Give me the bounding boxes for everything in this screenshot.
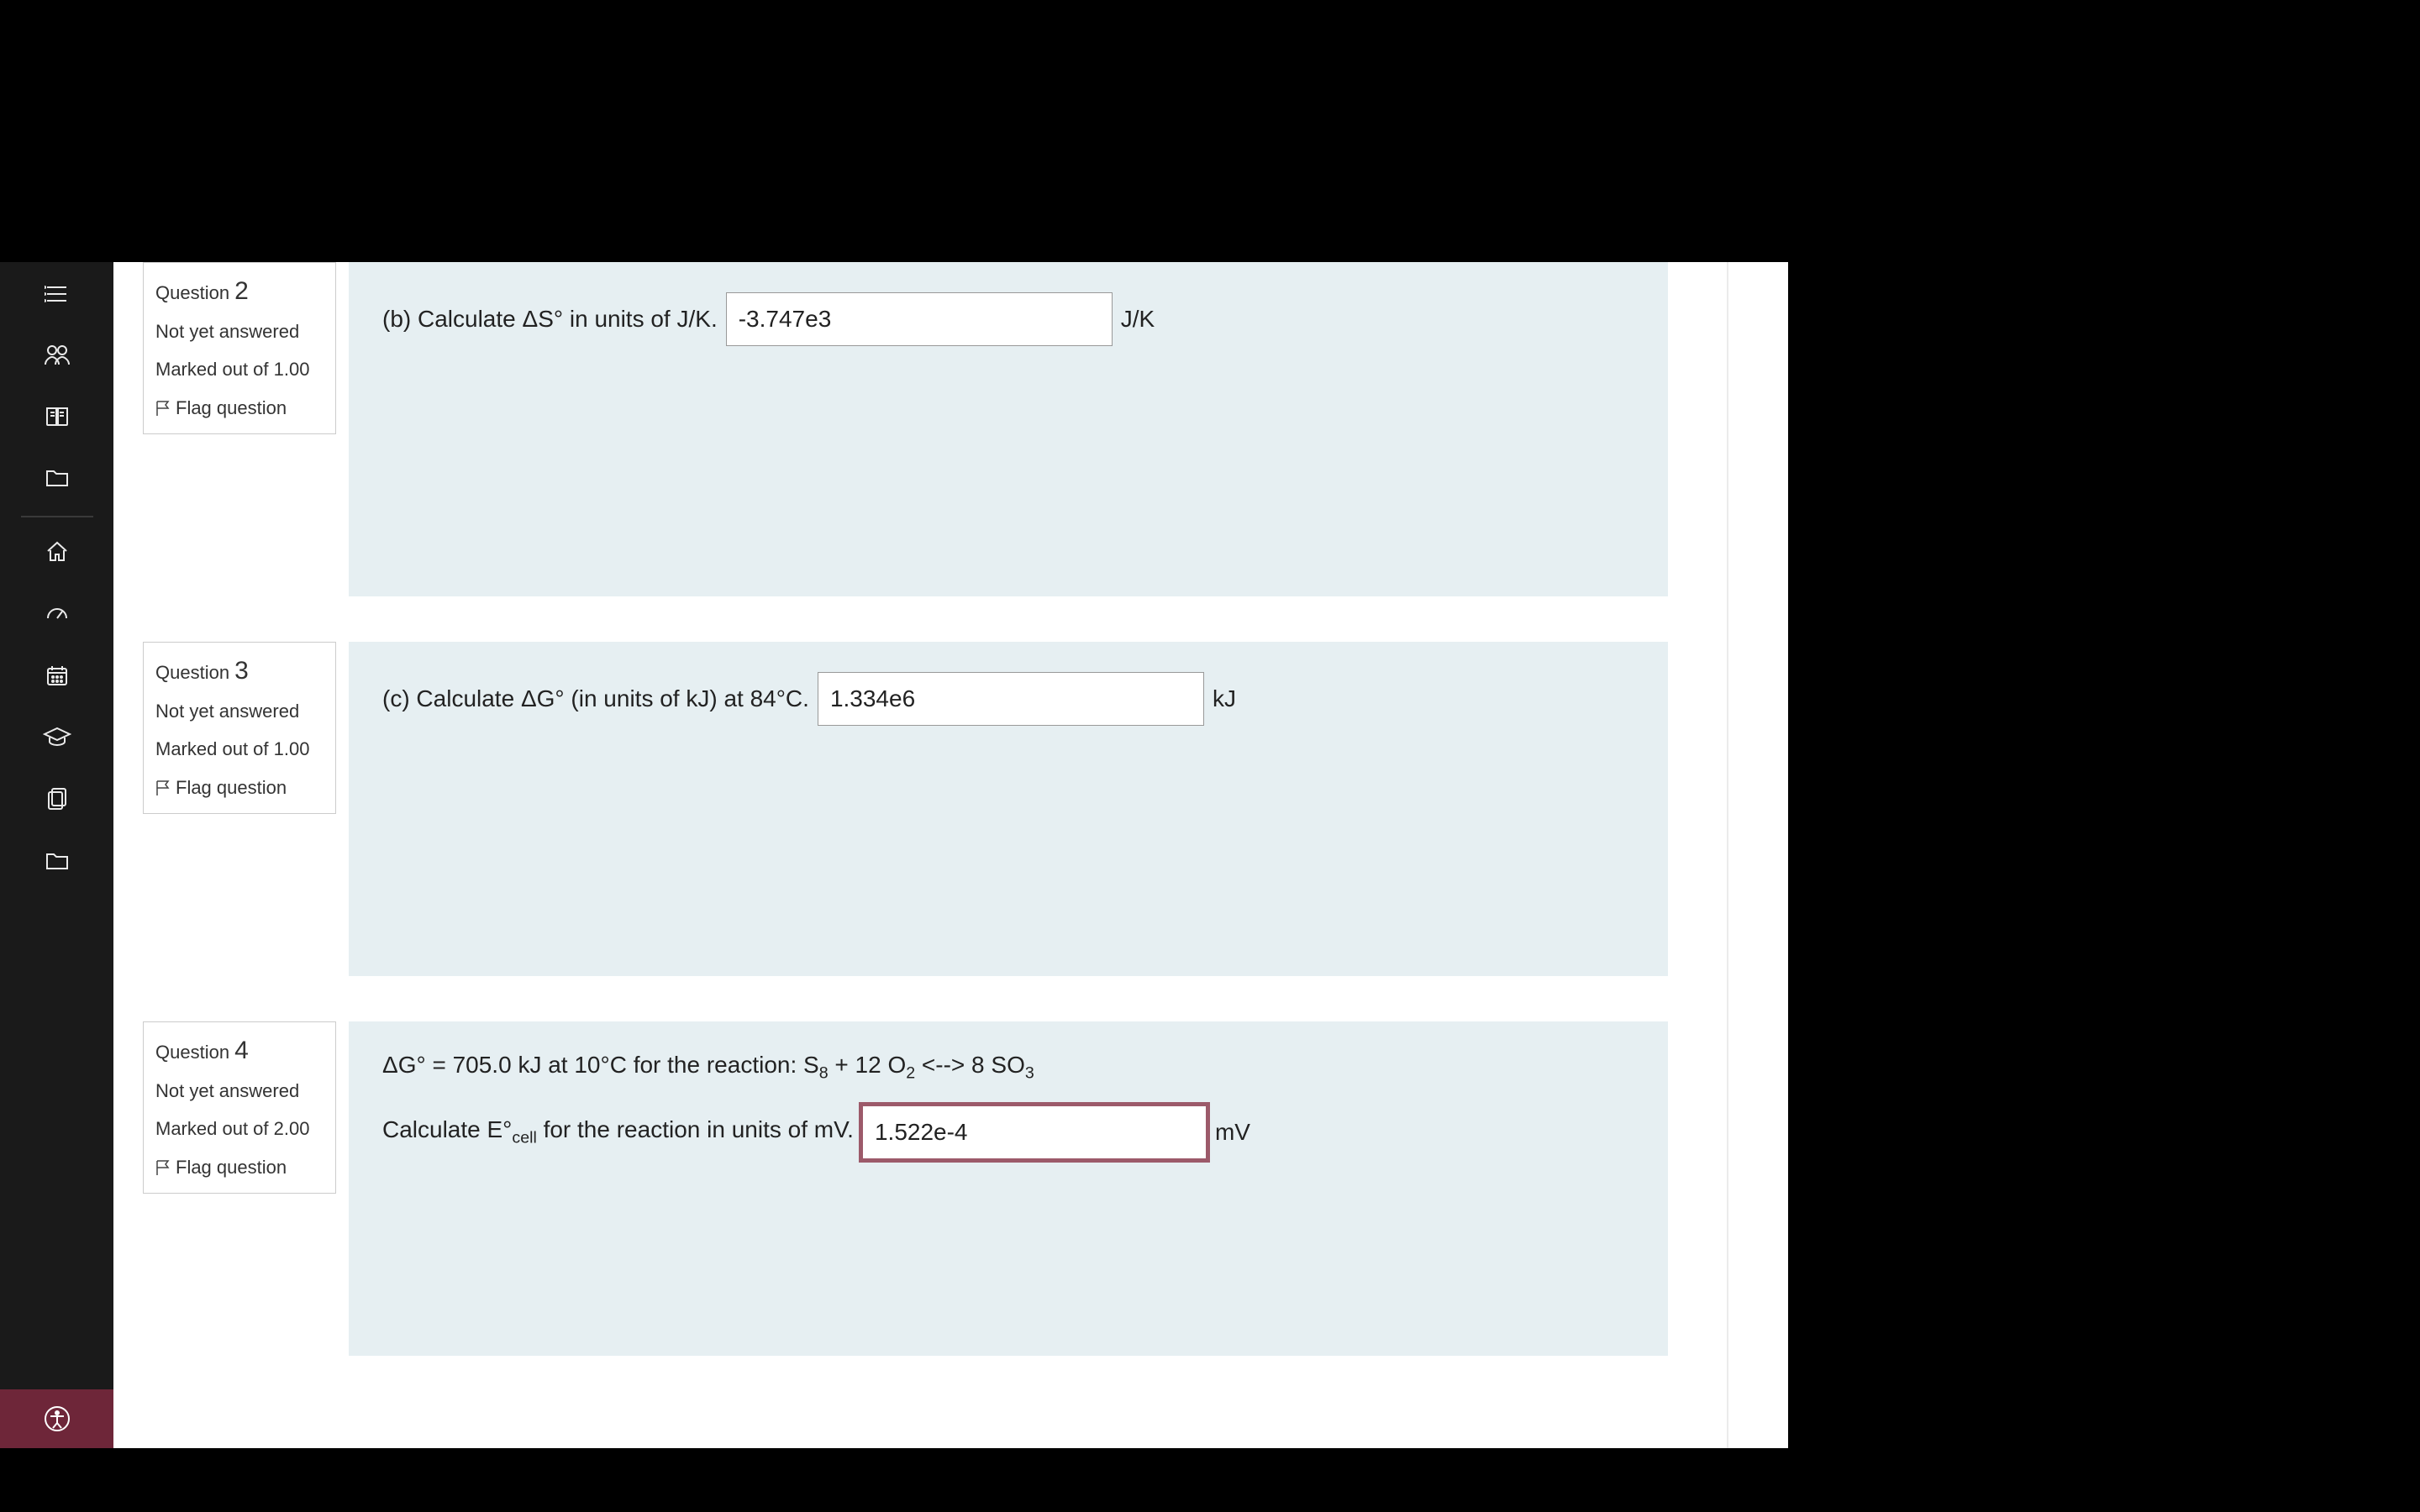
flag-icon bbox=[155, 780, 171, 796]
question-panel: (c) Calculate ΔG° (in units of kJ) at 84… bbox=[349, 642, 1668, 976]
question-info-card: Question 2 Not yet answered Marked out o… bbox=[143, 262, 336, 434]
folder-icon[interactable] bbox=[0, 450, 113, 511]
files-icon[interactable] bbox=[0, 769, 113, 833]
app-viewport: Question 2 Not yet answered Marked out o… bbox=[0, 262, 1788, 1448]
unit-label: kJ bbox=[1213, 685, 1236, 712]
group-icon[interactable] bbox=[0, 326, 113, 388]
prompt-line2: Calculate E°cell for the reaction in uni… bbox=[382, 1116, 854, 1148]
flag-icon bbox=[155, 400, 171, 417]
answer-input[interactable] bbox=[726, 292, 1113, 346]
question-row-3: Question 3 Not yet answered Marked out o… bbox=[143, 642, 1735, 1021]
sidebar bbox=[0, 262, 113, 1448]
question-info-card: Question 3 Not yet answered Marked out o… bbox=[143, 642, 336, 814]
unit-label: mV bbox=[1215, 1119, 1250, 1146]
accessibility-button[interactable] bbox=[0, 1389, 113, 1448]
flag-label: Flag question bbox=[176, 397, 287, 418]
marked-prefix: Marked out of bbox=[155, 1118, 274, 1139]
question-title-prefix: Question bbox=[155, 1042, 234, 1063]
flag-label: Flag question bbox=[176, 1157, 287, 1178]
question-info-card: Question 4 Not yet answered Marked out o… bbox=[143, 1021, 336, 1194]
question-number: 4 bbox=[234, 1037, 249, 1064]
question-status: Not yet answered bbox=[155, 318, 324, 345]
answer-input[interactable] bbox=[862, 1105, 1207, 1159]
question-status: Not yet answered bbox=[155, 698, 324, 725]
prompt-text: (c) Calculate ΔG° (in units of kJ) at 84… bbox=[382, 685, 809, 712]
question-status: Not yet answered bbox=[155, 1078, 324, 1105]
page: Question 2 Not yet answered Marked out o… bbox=[113, 262, 1788, 1448]
question-panel: (b) Calculate ΔS° in units of J/K. J/K bbox=[349, 262, 1668, 596]
question-marked: Marked out of 2.00 bbox=[155, 1116, 324, 1142]
grad-cap-icon[interactable] bbox=[0, 709, 113, 769]
flag-label: Flag question bbox=[176, 777, 287, 798]
sidebar-divider bbox=[21, 516, 93, 517]
speedometer-icon[interactable] bbox=[0, 585, 113, 647]
flag-question-link[interactable]: Flag question bbox=[155, 1154, 324, 1181]
question-marked: Marked out of 1.00 bbox=[155, 356, 324, 383]
question-title-prefix: Question bbox=[155, 662, 234, 683]
question-panel: ΔG° = 705.0 kJ at 10°C for the reaction:… bbox=[349, 1021, 1668, 1356]
flag-icon bbox=[155, 1159, 171, 1176]
marked-prefix: Marked out of bbox=[155, 359, 274, 380]
unit-label: J/K bbox=[1121, 306, 1155, 333]
marked-value: 2.00 bbox=[274, 1118, 310, 1139]
question-title: Question 3 bbox=[155, 653, 324, 690]
question-number: 3 bbox=[234, 657, 249, 685]
home-icon[interactable] bbox=[0, 522, 113, 585]
flag-question-link[interactable]: Flag question bbox=[155, 774, 324, 801]
question-row-4: Question 4 Not yet answered Marked out o… bbox=[143, 1021, 1735, 1401]
calendar-icon[interactable] bbox=[0, 647, 113, 709]
question-row-2: Question 2 Not yet answered Marked out o… bbox=[143, 262, 1735, 642]
question-title: Question 2 bbox=[155, 273, 324, 310]
book-icon[interactable] bbox=[0, 388, 113, 450]
marked-value: 1.00 bbox=[274, 359, 310, 380]
marked-prefix: Marked out of bbox=[155, 738, 274, 759]
prompt-line1: ΔG° = 705.0 kJ at 10°C for the reaction:… bbox=[382, 1052, 1034, 1084]
question-marked: Marked out of 1.00 bbox=[155, 736, 324, 763]
marked-value: 1.00 bbox=[274, 738, 310, 759]
prompt-text: (b) Calculate ΔS° in units of J/K. bbox=[382, 306, 718, 333]
content-column: Question 2 Not yet answered Marked out o… bbox=[143, 262, 1735, 1448]
question-number: 2 bbox=[234, 277, 249, 305]
right-gutter bbox=[1727, 262, 1728, 1448]
answer-input[interactable] bbox=[818, 672, 1204, 726]
question-title-prefix: Question bbox=[155, 282, 234, 303]
folder2-icon[interactable] bbox=[0, 833, 113, 894]
flag-question-link[interactable]: Flag question bbox=[155, 395, 324, 422]
question-title: Question 4 bbox=[155, 1032, 324, 1069]
list-icon[interactable] bbox=[0, 267, 113, 326]
